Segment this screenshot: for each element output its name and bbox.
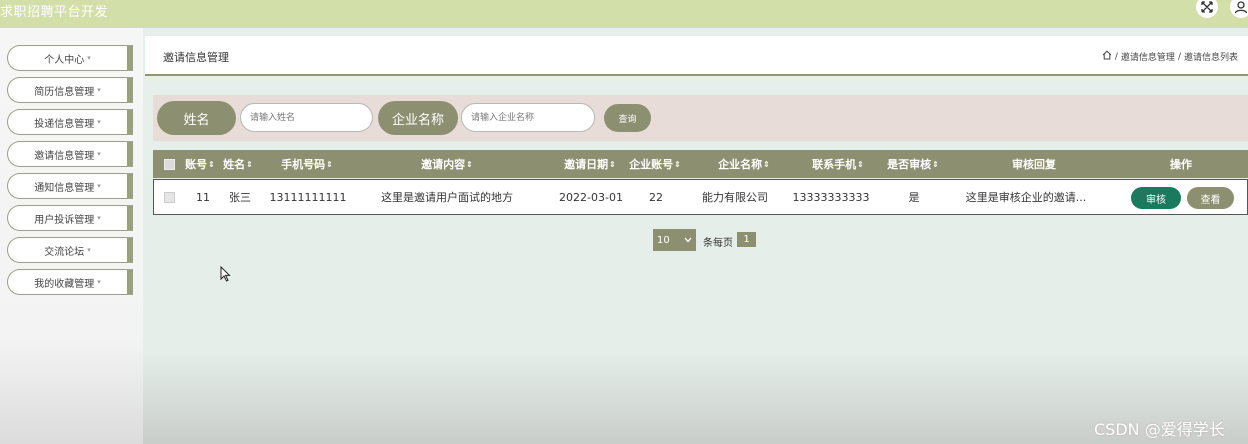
sidebar-item-personal-center[interactable]: 个人中心 ▾ (7, 45, 133, 71)
sort-icon[interactable]: ⇕ (609, 160, 616, 169)
sidebar-item-label: 用户投诉管理 (34, 214, 95, 226)
table-header: 账号 ⇕ 姓名 ⇕ 手机号码 ⇕ 邀请内容 ⇕ 邀请日期 ⇕ 企业账号 ⇕ 企业名称 ⇕ 联系… (153, 150, 1248, 178)
column-header[interactable]: 手机号码 ⇕ (261, 150, 353, 178)
breadcrumb-separator: / (1114, 51, 1118, 62)
table-row[interactable]: 11 张三 13111111111 这里是邀请用户面试的地方 2022-03-0… (153, 179, 1248, 215)
sidebar-item-label: 个人中心 (44, 54, 85, 66)
fullscreen-icon[interactable] (1196, 0, 1218, 18)
content-cell: 这里是邀请用户面试的地方 (381, 191, 513, 204)
per-page-label: 条每页 (703, 238, 733, 249)
audit-button[interactable]: 审核 (1131, 187, 1181, 209)
chevron-down-icon: ▾ (87, 246, 91, 254)
page-size-select[interactable]: 10 (653, 229, 696, 251)
sort-icon[interactable]: ⇕ (208, 160, 215, 169)
sidebar-item-delivery[interactable]: 投递信息管理 ▾ (7, 109, 133, 135)
company-label: 企业名称 (378, 101, 458, 135)
sort-icon[interactable]: ⇕ (932, 160, 939, 169)
sidebar-item-invitation[interactable]: 邀请信息管理 ▾ (7, 141, 133, 167)
sort-icon[interactable]: ⇕ (246, 160, 253, 169)
query-button[interactable]: 查询 (604, 104, 651, 132)
name-label: 姓名 (157, 101, 236, 135)
chevron-down-icon: ▾ (97, 86, 101, 94)
sidebar-item-resume[interactable]: 简历信息管理 ▾ (7, 77, 133, 103)
page-number-current[interactable]: 1 (737, 232, 756, 247)
chevron-down-icon: ▾ (97, 118, 101, 126)
sidebar-item-label: 交流论坛 (44, 246, 85, 258)
name-search-input[interactable] (240, 103, 373, 132)
sidebar-item-label: 简历信息管理 (34, 86, 95, 98)
phone-cell: 13111111111 (269, 190, 347, 204)
sidebar-item-notification[interactable]: 通知信息管理 ▾ (7, 173, 133, 199)
row-checkbox[interactable] (157, 180, 181, 214)
sidebar-item-forum[interactable]: 交流论坛 ▾ (7, 237, 133, 263)
breadcrumb-separator: / (1177, 51, 1181, 62)
account-cell: 11 (196, 190, 210, 204)
column-header[interactable]: 姓名 ⇕ (219, 150, 257, 178)
reply-cell: 这里是审核企业的邀请... (965, 191, 1087, 204)
sort-icon[interactable]: ⇕ (326, 160, 333, 169)
sidebar: 个人中心 ▾ 简历信息管理 ▾ 投递信息管理 ▾ 邀请信息管理 ▾ 通知信息管理 ▾ 用户… (0, 28, 143, 444)
home-icon[interactable] (1102, 50, 1112, 63)
sidebar-item-label: 通知信息管理 (34, 182, 95, 194)
user-icon[interactable] (1230, 0, 1248, 18)
page-size-value: 10 (657, 234, 670, 246)
company-account-cell: 22 (649, 190, 663, 204)
column-header[interactable]: 邀请内容 ⇕ (359, 150, 535, 178)
chevron-down-icon: ▾ (97, 214, 101, 222)
chevron-down-icon: ▾ (97, 278, 101, 286)
breadcrumb-item: 邀请信息列表 (1183, 53, 1238, 63)
page-title: 邀请信息管理 (163, 51, 229, 64)
main-content: 邀请信息管理 / 邀请信息管理 / 邀请信息列表 姓名 企业名称 查询 账号⇕ … (143, 28, 1248, 444)
column-header: 审核回复 (1012, 158, 1056, 171)
page-header: 邀请信息管理 / 邀请信息管理 / 邀请信息列表 (145, 36, 1248, 76)
sidebar-item-label: 邀请信息管理 (34, 150, 95, 162)
chevron-down-icon: ▾ (97, 182, 101, 190)
name-cell: 张三 (229, 191, 251, 204)
breadcrumb-item[interactable]: 邀请信息管理 (1121, 50, 1175, 63)
column-header: 操作 (1170, 158, 1192, 171)
watermark: CSDN @爱得学长 (1094, 420, 1225, 439)
chevron-down-icon: ▾ (87, 54, 91, 62)
sort-icon[interactable]: ⇕ (466, 160, 473, 169)
top-bar: 求职招聘平台开发 (0, 0, 1248, 28)
column-header[interactable]: 账号 ⇕ (183, 150, 217, 178)
contact-cell: 13333333333 (792, 190, 870, 204)
sidebar-item-favorites[interactable]: 我的收藏管理 ▾ (7, 269, 133, 295)
chevron-down-icon (684, 235, 692, 246)
sort-icon[interactable]: ⇕ (763, 160, 770, 169)
select-all-checkbox[interactable] (157, 150, 181, 178)
company-search-input[interactable] (461, 103, 595, 132)
reviewed-cell: 是 (908, 191, 920, 204)
company-name-cell: 能力有限公司 (702, 191, 768, 204)
column-header[interactable]: 企业名称 ⇕ (691, 150, 797, 178)
sort-icon[interactable]: ⇕ (674, 160, 681, 169)
app-title: 求职招聘平台开发 (0, 5, 109, 20)
sidebar-item-label: 我的收藏管理 (34, 278, 95, 290)
chevron-down-icon: ▾ (97, 150, 101, 158)
sort-icon[interactable]: ⇕ (857, 160, 864, 169)
sidebar-item-complaint[interactable]: 用户投诉管理 ▾ (7, 205, 133, 231)
column-header[interactable]: 是否审核 ⇕ (873, 150, 953, 178)
search-bar: 姓名 企业名称 查询 (153, 95, 1248, 141)
breadcrumb: / 邀请信息管理 / 邀请信息列表 (1102, 50, 1238, 63)
view-button[interactable]: 查看 (1187, 187, 1234, 209)
column-header[interactable]: 企业账号 ⇕ (623, 150, 687, 178)
sidebar-item-label: 投递信息管理 (34, 118, 95, 130)
mouse-cursor-icon (220, 265, 231, 285)
